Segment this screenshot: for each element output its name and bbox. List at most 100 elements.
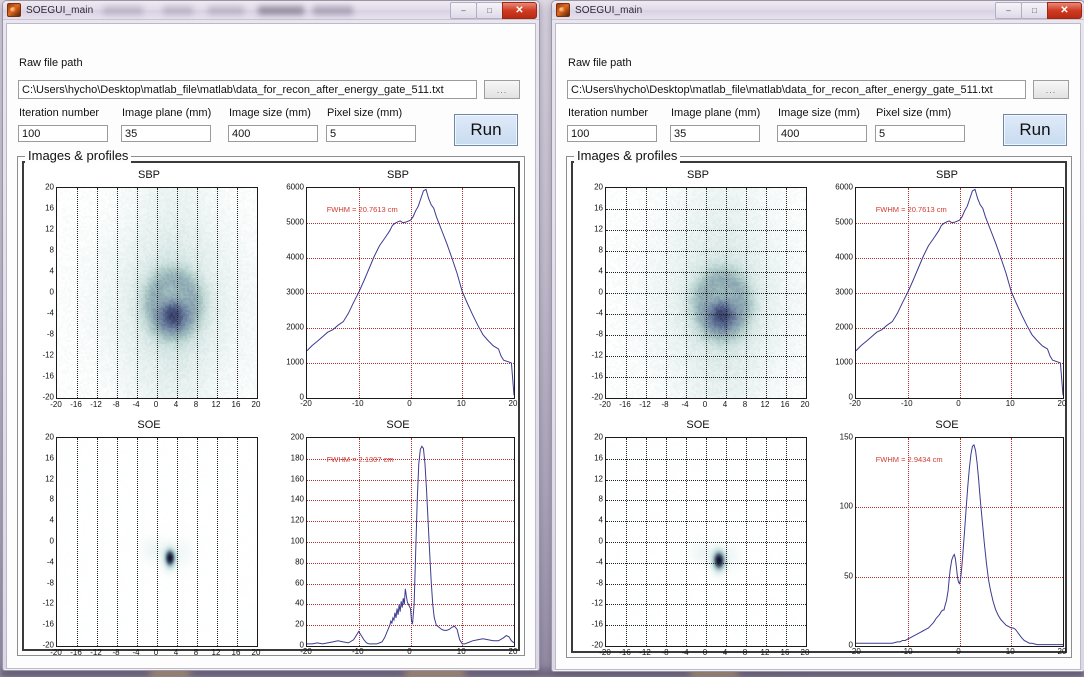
gridline-vertical: [217, 188, 218, 398]
x-tick-label: 16: [231, 400, 241, 409]
maximize-button[interactable]: □: [476, 2, 503, 19]
window-controls-right[interactable]: – □ ✕: [995, 2, 1082, 19]
profile-curve: [856, 188, 1063, 398]
y-tick-label: 4000: [286, 252, 304, 262]
gridline-horizontal: [606, 377, 806, 378]
close-button[interactable]: ✕: [1047, 2, 1082, 19]
run-button[interactable]: Run: [1003, 114, 1067, 146]
y-tick-label: 16: [594, 203, 603, 213]
gridline-horizontal: [606, 458, 806, 460]
y-tick-label: -16: [591, 619, 603, 629]
y-tick-label: -20: [42, 640, 54, 650]
pixel-size-label: Pixel size (mm): [327, 107, 403, 119]
close-button[interactable]: ✕: [502, 2, 537, 19]
titlebar-left[interactable]: SOEGUI_main – □ ✕: [3, 1, 539, 20]
window-left[interactable]: SOEGUI_main – □ ✕ Raw file path C:\Users…: [2, 0, 540, 671]
x-tick-label: -10: [351, 647, 364, 656]
x-tick-label: 20: [508, 647, 518, 656]
y-tick-label: 4: [598, 266, 603, 276]
browse-button[interactable]: ...: [484, 80, 520, 99]
plot-title: SOE: [686, 419, 710, 431]
y-tick-label: -4: [46, 308, 54, 318]
y-tick-label: -4: [595, 557, 603, 567]
gridline-horizontal: [606, 209, 806, 210]
maximize-button[interactable]: □: [1021, 2, 1048, 19]
image-plane-input[interactable]: 35: [670, 125, 760, 142]
iteration-number-input[interactable]: 100: [567, 125, 657, 142]
gridline-horizontal: [606, 356, 806, 357]
group-title: Images & profiles: [25, 148, 132, 163]
titlebar-blur-artifact: [258, 5, 304, 15]
y-tick-label: 8: [598, 245, 603, 255]
x-tick-label: -12: [90, 648, 102, 657]
y-tick-label: 100: [290, 536, 304, 546]
x-tick-label: -8: [661, 648, 669, 657]
profile-curve: [307, 188, 514, 398]
browse-button[interactable]: ...: [1033, 80, 1069, 99]
y-tick-label: 80: [295, 557, 304, 567]
x-tick-label: -8: [112, 648, 120, 657]
axes-left-sbp-profile: [306, 187, 515, 399]
y-tick-label: 2000: [286, 322, 304, 332]
window-title: SOEGUI_main: [26, 4, 94, 16]
x-tick-label: 0: [956, 647, 961, 656]
minimize-button[interactable]: –: [450, 2, 477, 19]
gridline-vertical: [237, 188, 238, 398]
raw-file-path-input[interactable]: C:\Users\hycho\Desktop\matlab_file\matla…: [567, 80, 1026, 99]
window-controls-left[interactable]: – □ ✕: [450, 2, 537, 19]
x-tick-label: 4: [173, 400, 179, 409]
y-tick-label: -8: [595, 329, 603, 339]
x-tick-label: 20: [800, 648, 810, 657]
iteration-number-input[interactable]: 100: [18, 125, 108, 142]
images-profiles-group-right: Images & profiles SBP -20 -16 -12 -8 -4 0 4 8 12 1…: [566, 148, 1072, 658]
window-body-right: Raw file path C:\Users\hycho\Desktop\mat…: [555, 23, 1081, 670]
y-tick-label: -4: [46, 557, 54, 567]
y-tick-label: -12: [591, 598, 603, 608]
group-title: Images & profiles: [574, 148, 681, 163]
gridline-horizontal: [606, 583, 806, 585]
gridline-vertical: [77, 188, 78, 398]
plot-left-soe-image: SOE -20 -16 -12 -8 -4 0 4 8 12 16 20 -20 -16 -12 -8 -4 0 4…: [24, 419, 274, 662]
window-title: SOEGUI_main: [575, 4, 643, 16]
gridline-vertical: [197, 438, 198, 646]
x-tick-label: 0: [702, 400, 708, 409]
x-tick-label: 16: [780, 648, 790, 657]
matlab-icon: [7, 3, 21, 17]
y-tick-label: 3000: [286, 287, 304, 297]
pixel-size-input[interactable]: 5: [326, 125, 416, 142]
minimize-button[interactable]: –: [995, 2, 1022, 19]
plot-title: SOE: [935, 419, 959, 431]
x-tick-label: 8: [742, 648, 748, 657]
raw-file-path-input[interactable]: C:\Users\hycho\Desktop\matlab_file\matla…: [18, 80, 477, 99]
fwhm-annotation: FWHM = 2.9434 cm: [875, 454, 943, 464]
image-plane-input[interactable]: 35: [121, 125, 211, 142]
gridline-horizontal: [606, 293, 806, 294]
x-tick-label: -4: [681, 400, 689, 409]
gridline-vertical: [237, 438, 238, 646]
window-right[interactable]: SOEGUI_main – □ ✕ Raw file path C:\Users…: [551, 0, 1084, 672]
image-size-input[interactable]: 400: [777, 125, 867, 142]
gridline-horizontal: [606, 500, 806, 502]
y-tick-label: 20: [594, 182, 603, 192]
y-tick-label: -8: [595, 578, 603, 588]
y-tick-label: 8: [598, 494, 603, 504]
matlab-icon: [556, 3, 570, 17]
y-tick-label: 12: [594, 474, 603, 484]
y-tick-label: -8: [46, 578, 54, 588]
x-tick-label: 20: [508, 399, 518, 408]
x-tick-label: 0: [153, 648, 159, 657]
y-tick-label: 50: [844, 571, 853, 581]
y-tick-label: 1000: [835, 357, 853, 367]
iteration-number-label: Iteration number: [568, 107, 649, 119]
y-tick-label: -4: [595, 308, 603, 318]
x-tick-label: -4: [681, 648, 689, 657]
pixel-size-input[interactable]: 5: [875, 125, 965, 142]
plot-title: SBP: [386, 169, 409, 181]
titlebar-right[interactable]: SOEGUI_main – □ ✕: [552, 1, 1084, 20]
y-tick-label: 0: [598, 287, 603, 297]
run-button[interactable]: Run: [454, 114, 518, 146]
group-border: SBP -20 -16 -12 -8 -4 0 4 8 12 16 20 -20 -16 -12 -8 -4 0 4…: [566, 156, 1072, 658]
axes-right-sbp-profile: [855, 187, 1064, 399]
image-size-input[interactable]: 400: [228, 125, 318, 142]
raw-file-path-label: Raw file path: [19, 57, 83, 69]
